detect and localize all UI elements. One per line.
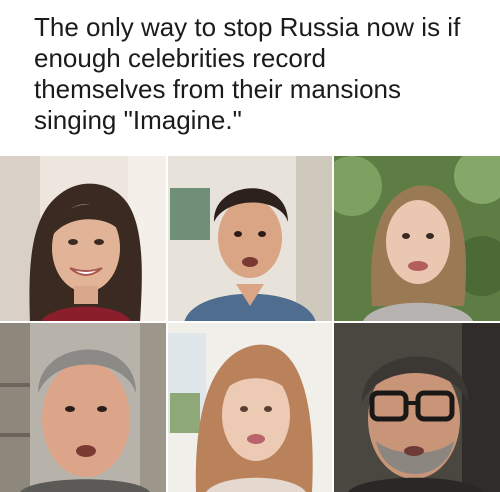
- video-tile-1: [0, 156, 166, 323]
- person-portrait-4: [0, 323, 166, 492]
- video-tile-4: [0, 323, 166, 492]
- person-portrait-2: [166, 156, 332, 323]
- meme-image: The only way to stop Russia now is if en…: [0, 0, 500, 492]
- caption-line-2: enough celebrities record: [34, 43, 326, 73]
- meme-caption: The only way to stop Russia now is if en…: [34, 12, 474, 136]
- video-tile-5: [166, 323, 332, 492]
- caption-line-3: themselves from their mansions: [34, 74, 402, 104]
- caption-line-1: The only way to stop Russia now is if: [34, 12, 461, 42]
- video-tile-2: [166, 156, 332, 323]
- person-portrait-6: [332, 323, 500, 492]
- person-portrait-3: [332, 156, 500, 323]
- person-portrait-1: [0, 156, 166, 323]
- grid-divider-vertical-2: [332, 156, 334, 492]
- person-portrait-5: [166, 323, 332, 492]
- video-tile-3: [332, 156, 500, 323]
- video-tile-6: [332, 323, 500, 492]
- caption-line-4: singing "Imagine.": [34, 105, 242, 135]
- grid-divider-horizontal: [0, 321, 500, 323]
- video-call-grid: [0, 156, 500, 492]
- grid-divider-vertical-1: [166, 156, 168, 492]
